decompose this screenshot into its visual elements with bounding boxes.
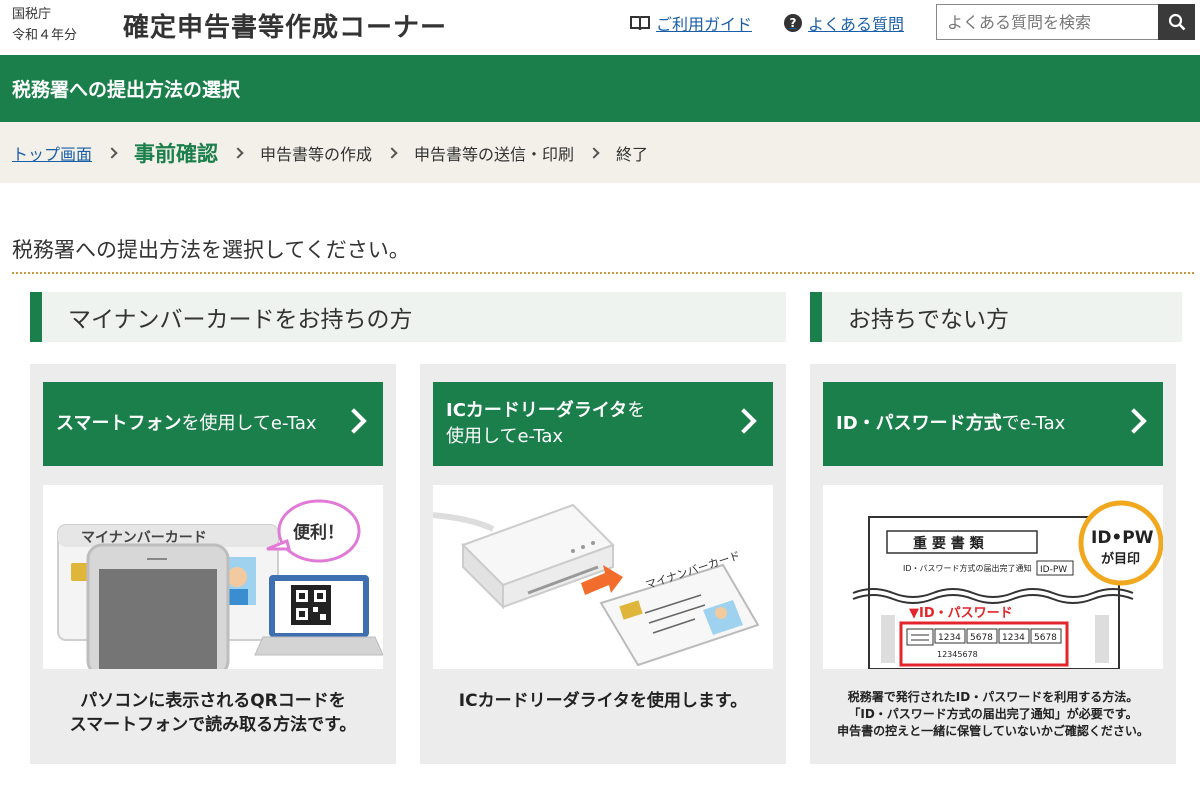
button-label[interactable]: ICカードリーダライタを 使用してe-Tax xyxy=(446,398,645,450)
svg-text:ID・パスワード方式の届出完了通知: ID・パスワード方式の届出完了通知 xyxy=(903,563,1032,573)
question-icon: ? xyxy=(784,14,802,32)
svg-text:12345678: 12345678 xyxy=(937,650,978,659)
chevron-right-icon xyxy=(232,146,244,159)
section-heading-label: マイナンバーカードをお持ちの方 xyxy=(68,307,413,333)
breadcrumb-current-step: 事前確認 xyxy=(134,141,219,166)
option-description: パソコンに表示されるQRコードを スマートフォンで読み取る方法です。 xyxy=(69,691,357,735)
ic-reader-image: マイナンバーカード xyxy=(433,503,760,667)
chevron-right-icon xyxy=(386,146,398,159)
option-card-id-password: ID・パスワード方式でe-Tax 重 要 書 類 ID・パスワード方式の届出完了… xyxy=(810,364,1176,764)
guide-link-label[interactable]: ご利用ガイド xyxy=(656,11,752,35)
book-icon xyxy=(630,16,650,31)
search-button[interactable] xyxy=(1158,4,1195,40)
ic-reader-etax-button[interactable]: ICカードリーダライタを 使用してe-Tax xyxy=(433,382,773,466)
section-heading-without-card: お持ちでない方 xyxy=(810,292,1182,342)
svg-text:が目印: が目印 xyxy=(1101,551,1140,567)
faq-link[interactable]: ? よくある質問 xyxy=(784,11,904,35)
chevron-right-icon xyxy=(1121,408,1147,434)
option-description: ICカードリーダライタを使用します。 xyxy=(458,691,748,711)
breadcrumb-step-create: 申告書等の作成 xyxy=(260,144,373,164)
smartphone-etax-button[interactable]: スマートフォンを使用してe-Tax xyxy=(43,382,383,466)
svg-text:ID-PW: ID-PW xyxy=(1040,565,1067,575)
breadcrumb: トップ画面 事前確認 申告書等の作成 申告書等の送信・印刷 終了 xyxy=(0,122,1200,183)
button-label[interactable]: ID・パスワード方式でe-Tax xyxy=(836,411,1065,437)
heading-accent-bar xyxy=(30,292,42,342)
id-password-etax-button[interactable]: ID・パスワード方式でe-Tax xyxy=(823,382,1163,466)
guide-link[interactable]: ご利用ガイド xyxy=(630,11,752,35)
search-icon xyxy=(1168,13,1185,31)
doc-title: 重 要 書 類 xyxy=(913,535,985,552)
breadcrumb-step-end: 終了 xyxy=(616,144,649,164)
faq-link-label[interactable]: よくある質問 xyxy=(808,11,904,35)
svg-text:ID•PW: ID•PW xyxy=(1091,528,1154,548)
section-heading-with-card: マイナンバーカードをお持ちの方 xyxy=(30,292,786,342)
bubble-text: 便利！ xyxy=(293,522,344,543)
svg-text:5678: 5678 xyxy=(970,633,993,643)
option-description: 税務署で発行されたID・パスワードを利用する方法。 「ID・パスワード方式の届出… xyxy=(837,690,1149,738)
site-header: 国税庁 令和４年分 確定申告書等作成コーナー ご利用ガイド ? よくある質問 xyxy=(0,0,1200,55)
instruction-text: 税務署への提出方法を選択してください。 xyxy=(12,238,410,262)
option-card-smartphone: スマートフォンを使用してe-Tax マイナンバーカード 便利！ パソコンに表示さ… xyxy=(30,364,396,764)
section-heading-label: お持ちでない方 xyxy=(848,307,1009,333)
divider xyxy=(12,272,1194,274)
agency-name: 国税庁 xyxy=(12,7,52,22)
button-label[interactable]: スマートフォンを使用してe-Tax xyxy=(56,411,317,437)
chevron-right-icon xyxy=(341,408,367,434)
page-title-bar: 税務署への提出方法の選択 xyxy=(0,55,1200,122)
id-password-notice-image: 重 要 書 類 ID・パスワード方式の届出完了通知 ID-PW ▼ID・パスワー… xyxy=(852,500,1163,669)
faq-search-input[interactable] xyxy=(936,4,1158,40)
svg-text:1234: 1234 xyxy=(938,633,961,643)
breadcrumb-step-send-print: 申告書等の送信・印刷 xyxy=(414,144,575,164)
chevron-right-icon xyxy=(731,408,757,434)
option-card-ic-reader: ICカードリーダライタを 使用してe-Tax マイナンバーカード ICカードリー… xyxy=(420,364,786,764)
tax-year: 令和４年分 xyxy=(12,28,78,43)
chevron-right-icon xyxy=(588,146,600,159)
svg-text:▼ID・パスワード: ▼ID・パスワード xyxy=(909,606,1013,621)
breadcrumb-top-link[interactable]: トップ画面 xyxy=(12,141,92,165)
app-title: 確定申告書等作成コーナー xyxy=(123,13,448,43)
id-password-illustration: 重 要 書 類 ID・パスワード方式の届出完了通知 ID-PW ▼ID・パスワー… xyxy=(823,485,1163,669)
smartphone-illustration: マイナンバーカード 便利！ xyxy=(43,485,383,669)
svg-text:1234: 1234 xyxy=(1002,633,1025,643)
smartphone-qr-image: マイナンバーカード 便利！ xyxy=(57,499,383,669)
ic-reader-illustration: マイナンバーカード xyxy=(433,485,773,669)
page-title: 税務署への提出方法の選択 xyxy=(12,79,241,101)
heading-accent-bar xyxy=(810,292,822,342)
agency-label: 国税庁 令和４年分 xyxy=(12,4,77,46)
chevron-right-icon xyxy=(106,146,118,159)
svg-text:5678: 5678 xyxy=(1034,633,1057,643)
